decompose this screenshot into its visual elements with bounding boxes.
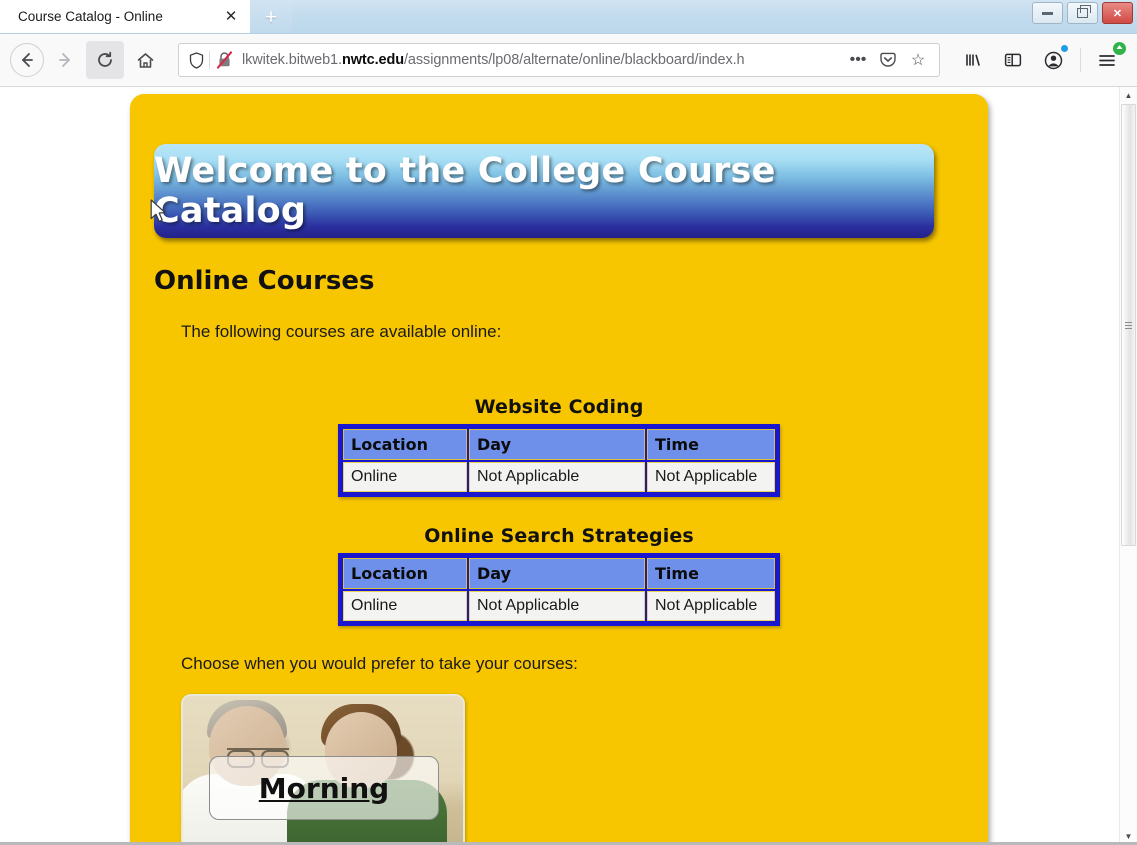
- close-window-button[interactable]: ✕: [1102, 2, 1133, 24]
- close-tab-icon[interactable]: ✕: [220, 6, 242, 28]
- window-controls: ✕: [1032, 2, 1133, 24]
- cell-time: Not Applicable: [647, 591, 775, 621]
- cell-day: Not Applicable: [469, 462, 645, 492]
- column-header-time: Time: [647, 558, 775, 589]
- column-header-location: Location: [343, 558, 467, 589]
- cell-time: Not Applicable: [647, 462, 775, 492]
- banner-title: Welcome to the College Course Catalog: [154, 151, 776, 231]
- page-content: Welcome to the College Course Catalog On…: [0, 87, 1120, 845]
- toolbar-right: [954, 41, 1127, 79]
- course-title: Online Search Strategies: [424, 525, 694, 547]
- shield-icon[interactable]: [185, 51, 207, 69]
- minimize-window-button[interactable]: [1032, 2, 1063, 24]
- course-title: Website Coding: [474, 396, 644, 418]
- reload-icon: [98, 51, 112, 67]
- forward-arrow-icon: [59, 53, 70, 67]
- cell-location: Online: [343, 462, 467, 492]
- page-heading: Online Courses: [154, 266, 375, 296]
- time-option-morning[interactable]: Morning: [181, 694, 465, 845]
- address-bar[interactable]: lkwitek.bitweb1.nwtc.edu/assignments/lp0…: [178, 43, 940, 77]
- navigation-toolbar: lkwitek.bitweb1.nwtc.edu/assignments/lp0…: [0, 34, 1137, 87]
- home-icon: [137, 52, 153, 68]
- tab-strip: Course Catalog - Online ✕ + ✕: [0, 0, 1137, 34]
- forward-button[interactable]: [46, 41, 84, 79]
- page-banner: Welcome to the College Course Catalog: [154, 144, 934, 238]
- browser-tab-course-catalog[interactable]: Course Catalog - Online ✕: [0, 0, 250, 33]
- course-schedule-table: Location Day Time Online Not Applicable …: [338, 424, 780, 497]
- toolbar-divider: [1080, 48, 1081, 72]
- scrollbar-grip: [1125, 320, 1132, 331]
- bookmark-star-icon[interactable]: ☆: [903, 50, 933, 70]
- back-button[interactable]: [10, 43, 44, 77]
- account-icon[interactable]: [1034, 41, 1072, 79]
- course-block-online-search-strategies: Online Search Strategies Location Day Ti…: [130, 525, 988, 626]
- course-schedule-table: Location Day Time Online Not Applicable …: [338, 553, 780, 626]
- morning-link[interactable]: Morning: [209, 756, 439, 820]
- restore-window-button[interactable]: [1067, 2, 1098, 24]
- column-header-day: Day: [469, 558, 645, 589]
- table-row: Online Not Applicable Not Applicable: [343, 462, 775, 492]
- intro-text: The following courses are available onli…: [181, 322, 502, 341]
- column-header-time: Time: [647, 429, 775, 460]
- cell-location: Online: [343, 591, 467, 621]
- update-available-badge: [1113, 42, 1126, 55]
- cell-day: Not Applicable: [469, 591, 645, 621]
- page-viewport: Welcome to the College Course Catalog On…: [0, 87, 1137, 845]
- morning-link-label: Morning: [258, 771, 390, 805]
- hamburger-menu-icon[interactable]: [1089, 41, 1127, 79]
- new-tab-button[interactable]: +: [250, 3, 292, 33]
- table-row: Online Not Applicable Not Applicable: [343, 591, 775, 621]
- course-block-website-coding: Website Coding Location Day Time Online: [130, 396, 988, 497]
- url-text[interactable]: lkwitek.bitweb1.nwtc.edu/assignments/lp0…: [236, 52, 843, 68]
- choose-time-text: Choose when you would prefer to take you…: [181, 654, 578, 673]
- page-container: Welcome to the College Course Catalog On…: [130, 94, 988, 845]
- broken-lock-icon[interactable]: [212, 51, 236, 69]
- library-icon[interactable]: [954, 41, 992, 79]
- home-button[interactable]: [126, 41, 164, 79]
- scrollbar-thumb[interactable]: [1121, 104, 1136, 546]
- reload-button[interactable]: [86, 41, 124, 79]
- sidebar-icon[interactable]: [994, 41, 1032, 79]
- page-actions-button[interactable]: •••: [843, 51, 873, 69]
- table-header-row: Location Day Time: [343, 558, 775, 589]
- scroll-up-arrow[interactable]: ▲: [1120, 87, 1137, 104]
- back-arrow-icon: [22, 53, 33, 67]
- pocket-icon[interactable]: [873, 51, 903, 69]
- tab-title: Course Catalog - Online: [18, 9, 163, 24]
- browser-window: Course Catalog - Online ✕ + ✕ lkwitek.bi…: [0, 0, 1137, 845]
- page-scrollbar[interactable]: ▲ ▼: [1119, 87, 1137, 845]
- column-header-location: Location: [343, 429, 467, 460]
- column-header-day: Day: [469, 429, 645, 460]
- table-header-row: Location Day Time: [343, 429, 775, 460]
- address-bar-divider: [209, 51, 210, 69]
- account-notification-dot: [1061, 45, 1068, 52]
